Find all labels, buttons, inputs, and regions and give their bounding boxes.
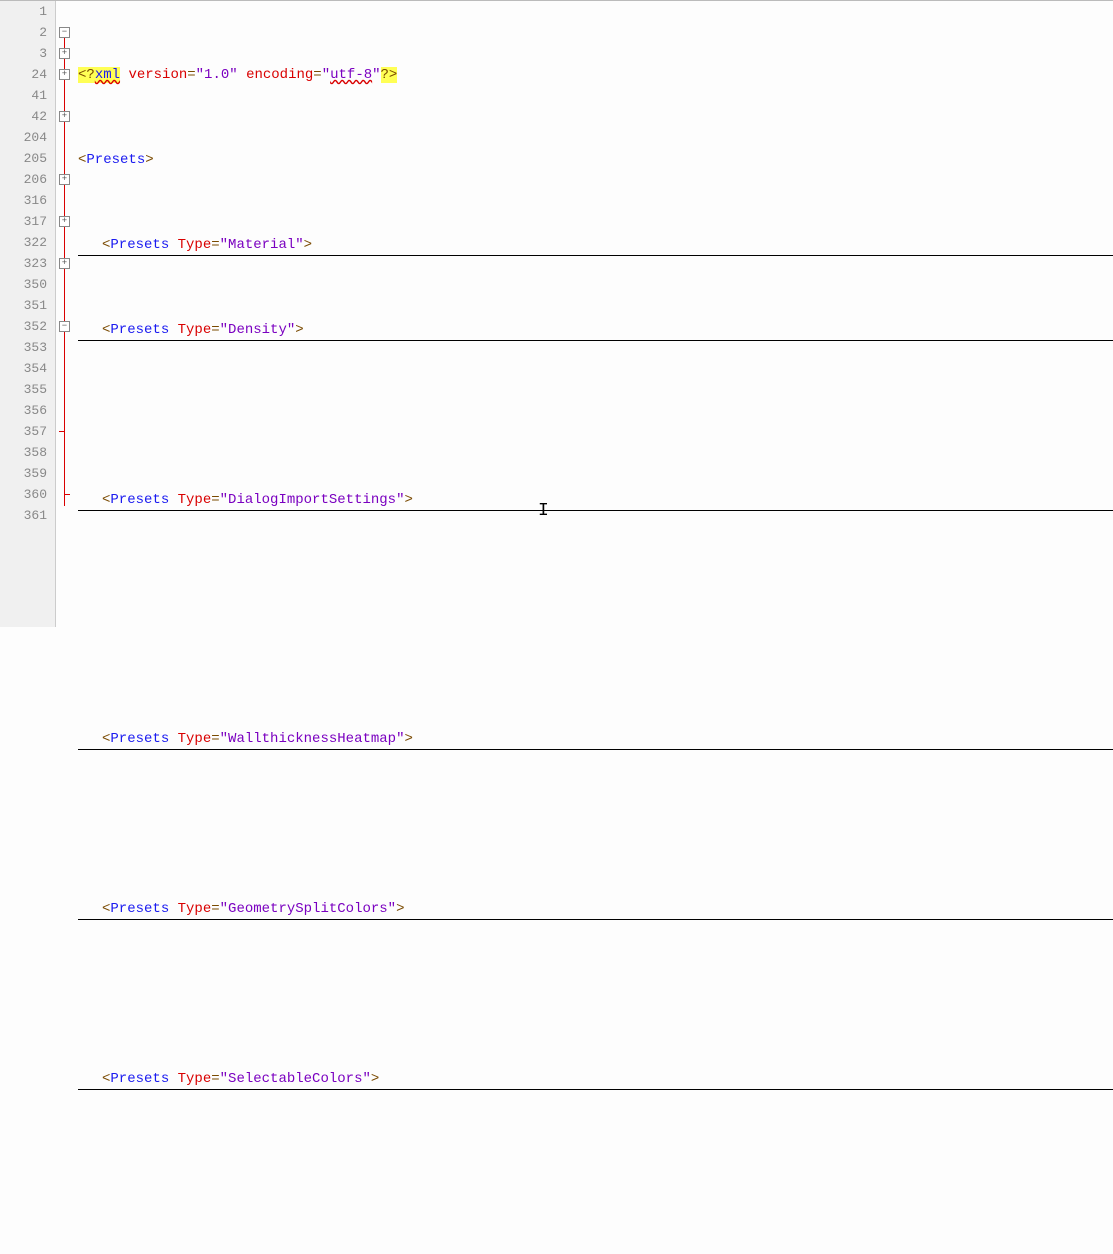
line-number: 352: [0, 316, 47, 337]
line-number: 41: [0, 85, 47, 106]
line-number: 355: [0, 379, 47, 400]
line-number: 350: [0, 274, 47, 295]
line-number: 359: [0, 463, 47, 484]
code-line[interactable]: <Presets Type="Density">: [78, 320, 1113, 341]
line-number: 323: [0, 253, 47, 274]
code-line[interactable]: <Presets Type="WallthicknessHeatmap">: [78, 729, 1113, 750]
code-line[interactable]: [78, 1154, 1113, 1175]
line-number: 2: [0, 22, 47, 43]
line-number: 351: [0, 295, 47, 316]
code-line[interactable]: <Presets Type="GeometrySplitColors">: [78, 899, 1113, 920]
line-number: 317: [0, 211, 47, 232]
line-number: 42: [0, 106, 47, 127]
code-line[interactable]: [78, 405, 1113, 426]
code-area[interactable]: <?xml version="1.0" encoding="utf-8"?> <…: [74, 1, 1113, 627]
line-number: 322: [0, 232, 47, 253]
line-number: 1: [0, 1, 47, 22]
line-number: 360: [0, 484, 47, 505]
code-line[interactable]: [78, 644, 1113, 665]
code-editor[interactable]: 1 2 3 24 41 42 204 205 206 316 317 322 3…: [0, 0, 1113, 627]
fold-expand-icon[interactable]: [59, 111, 70, 122]
code-line[interactable]: [78, 984, 1113, 1005]
line-number: 357: [0, 421, 47, 442]
fold-expand-icon[interactable]: [59, 216, 70, 227]
code-line[interactable]: [78, 575, 1113, 596]
line-number: 361: [0, 505, 47, 526]
fold-expand-icon[interactable]: [59, 174, 70, 185]
line-number: 24: [0, 64, 47, 85]
fold-toggle-icon[interactable]: [59, 321, 70, 332]
line-number: 204: [0, 127, 47, 148]
line-number: 316: [0, 190, 47, 211]
line-number: 205: [0, 148, 47, 169]
code-line[interactable]: <Presets Type="Material">: [78, 235, 1113, 256]
fold-toggle-icon[interactable]: [59, 27, 70, 38]
code-line[interactable]: [78, 1223, 1113, 1244]
line-number: 3: [0, 43, 47, 64]
code-line[interactable]: <?xml version="1.0" encoding="utf-8"?>: [78, 65, 1113, 86]
fold-expand-icon[interactable]: [59, 69, 70, 80]
code-line[interactable]: [78, 814, 1113, 835]
line-number: 354: [0, 358, 47, 379]
code-line[interactable]: <Presets>: [78, 150, 1113, 171]
code-line[interactable]: <Presets Type="SelectableColors">: [78, 1069, 1113, 1090]
fold-expand-icon[interactable]: [59, 48, 70, 59]
line-number: 353: [0, 337, 47, 358]
code-line[interactable]: <Presets Type="DialogImportSettings">: [78, 490, 1113, 511]
line-number: 356: [0, 400, 47, 421]
fold-expand-icon[interactable]: [59, 258, 70, 269]
fold-column: [56, 1, 74, 627]
line-number: 206: [0, 169, 47, 190]
line-number-gutter: 1 2 3 24 41 42 204 205 206 316 317 322 3…: [0, 1, 56, 627]
line-number: 358: [0, 442, 47, 463]
